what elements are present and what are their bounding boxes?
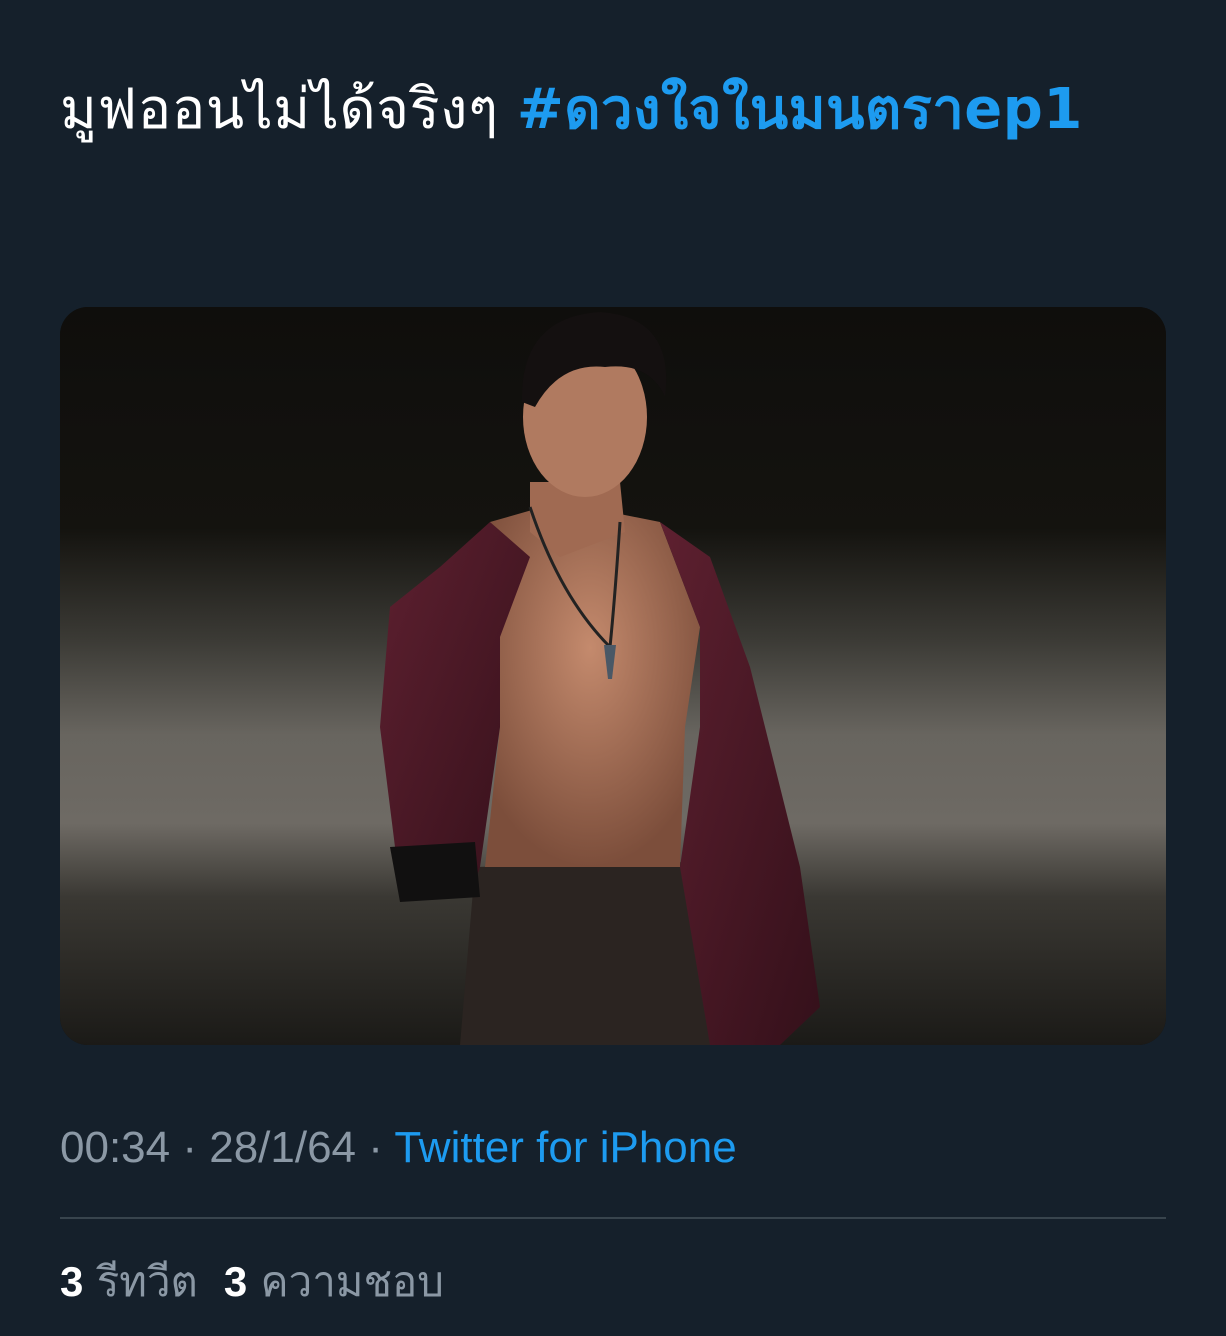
retweets-count: 3 xyxy=(60,1258,84,1305)
photo-image xyxy=(60,307,1166,1045)
tweet-stats: 3 รีทวีต 3 ความชอบ xyxy=(60,1252,470,1312)
likes-count: 3 xyxy=(223,1258,248,1305)
divider xyxy=(60,1217,1166,1219)
retweets-label: รีทวีต xyxy=(96,1257,198,1306)
tweet-time: 00:34 xyxy=(60,1123,171,1172)
tweet-body: มูฟออนไม่ได้จริงๆ xyxy=(60,77,517,142)
hashtag-link[interactable]: #ดวงใจในมนตราep1 xyxy=(517,77,1083,142)
meta-separator: · xyxy=(170,1123,210,1172)
likes-stat[interactable]: 3 ความชอบ xyxy=(224,1252,444,1312)
retweets-stat[interactable]: 3 รีทวีต xyxy=(60,1252,198,1312)
likes-label: ความชอบ xyxy=(260,1257,444,1306)
meta-separator: · xyxy=(356,1123,395,1172)
tweet-photo[interactable] xyxy=(60,307,1166,1045)
tweet-source-link[interactable]: Twitter for iPhone xyxy=(394,1123,736,1172)
tweet-text: มูฟออนไม่ได้จริงๆ #ดวงใจในมนตราep1 xyxy=(60,60,1166,160)
tweet-meta: 00:34 · 28/1/64 · Twitter for iPhone xyxy=(60,1118,737,1178)
tweet-date: 28/1/64 xyxy=(209,1123,357,1172)
